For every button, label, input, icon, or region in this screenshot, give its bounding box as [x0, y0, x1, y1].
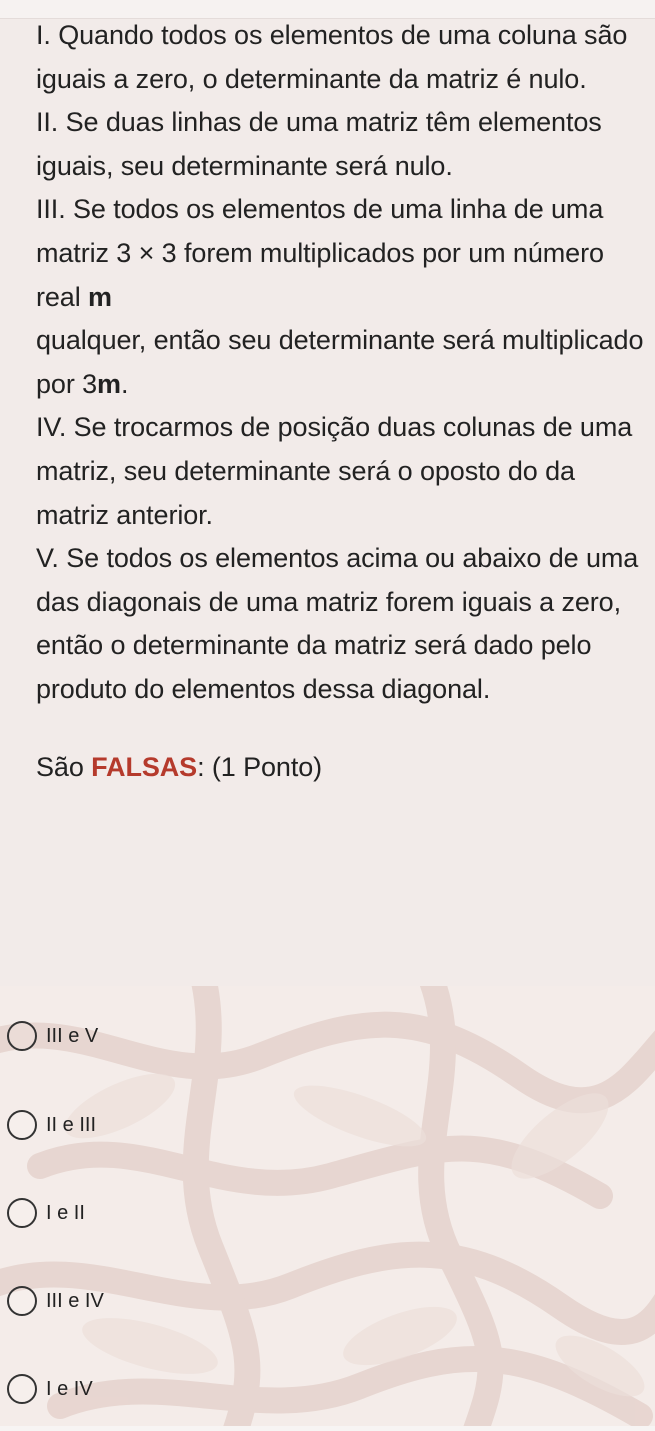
option-label: I e IV: [46, 1377, 93, 1400]
question-prompt: São FALSAS: (1 Ponto): [36, 746, 646, 790]
option-1[interactable]: III e V: [0, 1006, 655, 1066]
prompt-emphasis: FALSAS: [91, 751, 198, 782]
statement-3-part-1: III. Se todos os elementos de uma linha …: [36, 194, 604, 312]
statement-2: II. Se duas linhas de uma matriz têm ele…: [36, 107, 602, 181]
statement-3-period: .: [120, 368, 129, 399]
option-label: III e IV: [46, 1289, 104, 1312]
statement-5: V. Se todos os elementos acima ou abaixo…: [36, 543, 639, 704]
option-4[interactable]: III e IV: [0, 1271, 655, 1331]
option-3[interactable]: I e II: [0, 1183, 655, 1243]
option-label: II e III: [46, 1113, 97, 1136]
variable-m: m: [88, 281, 112, 312]
option-5[interactable]: I e IV: [0, 1359, 655, 1419]
option-label: I e II: [46, 1201, 85, 1224]
statement-1: I. Quando todos os elementos de uma colu…: [36, 20, 628, 94]
answer-options: III e V II e III I e II III e IV I e IV: [0, 986, 655, 1426]
radio-button[interactable]: [7, 1198, 37, 1228]
bottom-divider: [0, 1426, 655, 1431]
option-2[interactable]: II e III: [0, 1095, 655, 1155]
radio-button[interactable]: [7, 1110, 37, 1140]
option-label: III e V: [46, 1024, 99, 1047]
statement-3: III. Se todos os elementos de uma linha …: [36, 188, 646, 406]
radio-button[interactable]: [7, 1286, 37, 1316]
variable-m-2: m: [97, 368, 121, 399]
radio-button[interactable]: [7, 1021, 37, 1051]
prompt-end: : (1 Ponto): [197, 751, 323, 782]
prompt-start: São: [36, 751, 92, 782]
question-text: I. Quando todos os elementos de uma colu…: [36, 14, 646, 789]
statement-4: IV. Se trocarmos de posição duas colunas…: [36, 412, 633, 530]
radio-button[interactable]: [7, 1374, 37, 1404]
